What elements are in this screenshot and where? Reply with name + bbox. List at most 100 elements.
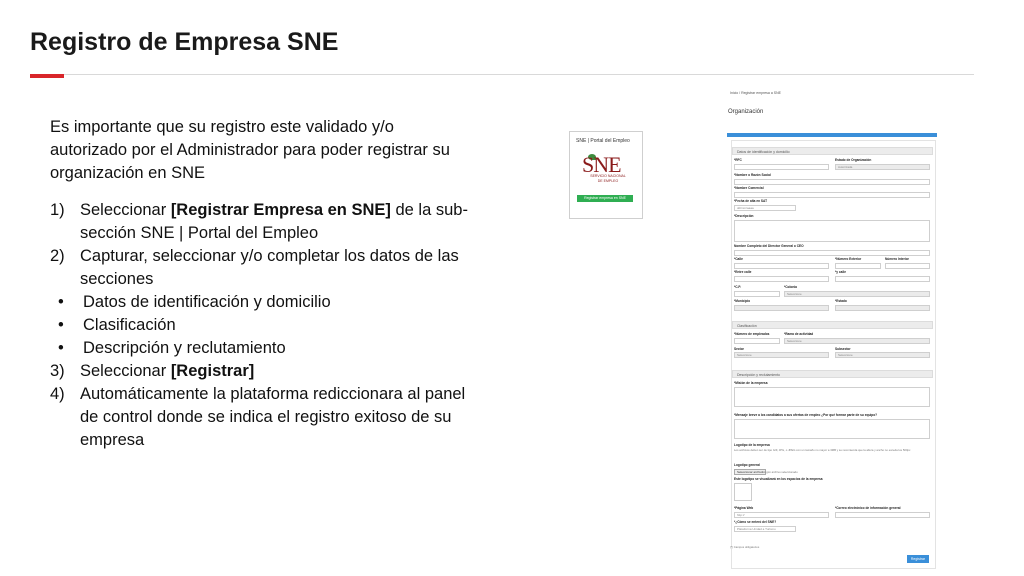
label-estado-org: Estado de Organización — [835, 158, 872, 162]
step-3: 3) Seleccionar [Registrar] — [50, 360, 470, 383]
label-fecha-alta: *Fecha de alta en SAT — [734, 199, 768, 203]
label-cp: *C.P. — [734, 285, 742, 289]
rama-select[interactable]: Seleccione — [784, 338, 930, 344]
sections-list: • Datos de identificación y domicilio • Cl… — [50, 291, 470, 360]
label-razon-social: *Nombre o Razón Social — [734, 173, 771, 177]
municipio-input — [734, 305, 829, 311]
organization-form: Inicio / Registrar empresa a SNE Organiz… — [727, 88, 937, 569]
step-text: Automáticamente la plataforma redicciona… — [80, 385, 466, 449]
razon-social-input[interactable] — [734, 179, 930, 185]
mensaje-textarea[interactable] — [734, 419, 930, 439]
entre-calle-input[interactable] — [734, 276, 829, 282]
label-municipio: *Municipio — [734, 299, 751, 303]
fecha-alta-input[interactable]: dd/mm/aaaa — [734, 205, 796, 211]
form-heading: Organización — [728, 109, 764, 115]
nombre-comercial-input[interactable] — [734, 192, 930, 198]
num-interior-input[interactable] — [885, 263, 930, 269]
register-button[interactable]: Registrar — [907, 555, 929, 563]
label-mision: *Misión de la empresa — [734, 381, 768, 385]
label-correo: *Correo electrónico de información gener… — [835, 506, 901, 510]
step-number: 3) — [50, 362, 65, 380]
card-title: SNE | Portal del Empleo — [576, 138, 630, 144]
logo-preview-box — [734, 483, 752, 501]
section-identificacion[interactable]: Datos de identificación y domicilio — [732, 147, 933, 155]
bullet-item: • Datos de identificación y domicilio — [50, 291, 470, 314]
label-mensaje: *Mensaje breve a los candidatos a sus of… — [734, 413, 878, 417]
label-estado: *Estado — [835, 299, 847, 303]
sne-portal-card: SNE | Portal del Empleo SNE SERVICIO NAC… — [569, 131, 643, 219]
step-number: 4) — [50, 385, 65, 403]
step-number: 1) — [50, 201, 65, 219]
y-calle-input[interactable] — [835, 276, 930, 282]
required-note: (*) Campos obligatorios — [730, 545, 760, 549]
label-logotipo-general: Logotipo general — [734, 463, 760, 467]
bullet-item: • Descripción y reclutamiento — [50, 337, 470, 360]
sne-logo-subtitle-2: DE EMPLEO — [597, 179, 619, 183]
label-como-entero: *¿Cómo se enteró del SNE? — [734, 520, 777, 524]
pagina-web-input[interactable]: http:// — [734, 512, 829, 518]
label-director: Nombre Completo del Director General o C… — [734, 244, 804, 248]
colonia-select[interactable]: Seleccione — [784, 291, 930, 297]
step-text: Capturar, seleccionar y/o completar los … — [80, 247, 459, 288]
step-text: Seleccionar — [80, 201, 171, 219]
breadcrumb[interactable]: Inicio / Registrar empresa a SNE — [730, 91, 781, 95]
rfc-input[interactable] — [734, 164, 829, 170]
step-4: 4) Automáticamente la plataforma redicci… — [50, 383, 470, 452]
sne-logo-subtitle: SERVICIO NACIONAL — [590, 174, 626, 178]
title-divider — [30, 74, 974, 75]
mision-textarea[interactable] — [734, 387, 930, 407]
label-colonia: *Colonia — [784, 285, 797, 289]
file-status: Ningún archivo seleccionado — [762, 470, 798, 474]
sector-select[interactable]: Seleccione — [734, 352, 829, 358]
estado-org-input: Autorizada — [835, 164, 930, 170]
label-rfc: *RFC — [734, 158, 742, 162]
label-num-empleados: *Número de empleados — [734, 332, 770, 336]
bullet-text: Descripción y reclutamiento — [83, 339, 286, 357]
label-logos-visual: Este logotipo se visualizará en los espa… — [734, 477, 823, 481]
bullet-item: • Clasificación — [50, 314, 470, 337]
label-descripcion: *Descripción — [734, 214, 754, 218]
step-bold: [Registrar] — [170, 362, 255, 380]
step-bold: [Registrar Empresa en SNE] — [170, 201, 391, 219]
steps-list: 1) Seleccionar [Registrar Empresa en SNE… — [50, 199, 470, 452]
label-nombre-comercial: *Nombre Comercial — [734, 186, 764, 190]
label-pagina-web: *Página Web — [734, 506, 754, 510]
label-sector: Sector — [734, 347, 744, 351]
bullet-glyph: • — [58, 339, 64, 357]
label-num-exterior: *Número Exterior — [835, 257, 862, 261]
label-logotipo: Logotipo de la empresa — [734, 443, 770, 447]
label-rama: *Rama de actividad — [784, 332, 814, 336]
section-descripcion[interactable]: Descripción y reclutamiento — [732, 370, 933, 378]
estado-input — [835, 305, 930, 311]
instructions: Es importante que su registro este valid… — [50, 116, 470, 452]
step-text: Seleccionar — [80, 362, 171, 380]
cp-input[interactable] — [734, 291, 780, 297]
logo-note: Los archivos deben ser de tipo GIF, JPG,… — [734, 448, 911, 452]
register-company-sne-button[interactable]: Registrar empresa en SNE — [577, 195, 633, 202]
section-clasificacion[interactable]: Clasificación — [732, 321, 933, 329]
bullet-glyph: • — [58, 316, 64, 334]
step-number: 2) — [50, 247, 65, 265]
correo-input[interactable] — [835, 512, 930, 518]
num-exterior-input[interactable] — [835, 263, 881, 269]
como-entero-select[interactable]: Plataforma Unidad a Turismo — [734, 526, 796, 532]
title-accent-bar — [30, 74, 64, 78]
slide-title: Registro de Empresa SNE — [30, 28, 339, 56]
label-subsector: Subsector — [835, 347, 851, 351]
label-y-calle: *y calle — [835, 270, 846, 274]
intro-paragraph: Es importante que su registro este valid… — [50, 118, 450, 182]
bullet-text: Datos de identificación y domicilio — [83, 293, 331, 311]
num-empleados-input[interactable] — [734, 338, 780, 344]
label-entre-calle: *Entre calle — [734, 270, 752, 274]
bullet-glyph: • — [58, 293, 64, 311]
director-input[interactable] — [734, 250, 930, 256]
descripcion-textarea[interactable] — [734, 220, 930, 242]
bullet-text: Clasificación — [83, 316, 176, 334]
label-calle: *Calle — [734, 257, 743, 261]
step-2: 2) Capturar, seleccionar y/o completar l… — [50, 245, 470, 360]
label-num-interior: Número Interior — [885, 257, 909, 261]
calle-input[interactable] — [734, 263, 829, 269]
form-top-bar — [727, 133, 937, 137]
step-1: 1) Seleccionar [Registrar Empresa en SNE… — [50, 199, 470, 245]
subsector-select[interactable]: Seleccione — [835, 352, 930, 358]
